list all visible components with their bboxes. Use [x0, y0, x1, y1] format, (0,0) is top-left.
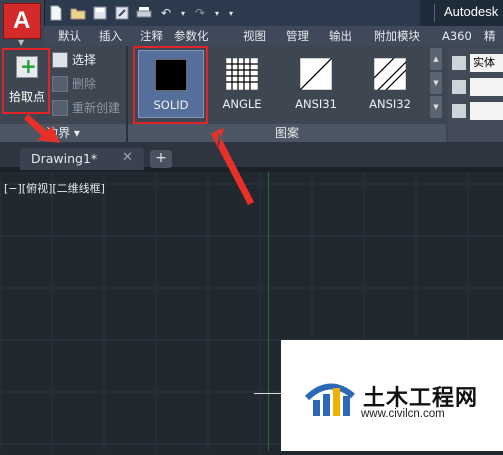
- hatch-color-icon: [452, 80, 466, 94]
- pattern-ansi32[interactable]: ANSI32: [358, 50, 422, 116]
- angle-pattern-icon: [226, 58, 258, 90]
- select-objects-button[interactable]: 选择: [52, 50, 96, 70]
- dropdown-icon[interactable]: ▾: [178, 3, 188, 23]
- recreate-label: 重新创建: [72, 101, 121, 115]
- highlight-box-pick-point: [2, 48, 50, 114]
- boundary-panel-title: 边界 ▾: [46, 126, 80, 140]
- expand-gallery-icon[interactable]: ▼: [430, 96, 442, 118]
- boundary-panel-footer[interactable]: 边界 ▾: [0, 124, 126, 142]
- hatch-color-select[interactable]: [470, 78, 503, 96]
- scroll-up-icon[interactable]: ▲: [430, 48, 442, 70]
- recreate-boundary-button[interactable]: 重新创建: [52, 98, 120, 118]
- properties-panel: 实体: [448, 48, 503, 142]
- remove-label: 删除: [72, 77, 97, 91]
- print-icon[interactable]: [134, 3, 154, 23]
- close-icon[interactable]: ✕: [122, 150, 133, 165]
- new-file-icon[interactable]: [46, 3, 66, 23]
- ribbon-tab-bar: 默认 插入 注释 参数化 视图 管理 输出 附加模块 A360 精: [44, 26, 503, 47]
- pattern-gallery-scroll[interactable]: ▲ ▼ ▼: [430, 48, 444, 122]
- pattern-ansi31[interactable]: ANSI31: [284, 50, 348, 116]
- tab-addins[interactable]: 附加模块: [374, 26, 420, 46]
- hatch-type-icon: [452, 56, 466, 70]
- autocad-logo-icon: A: [3, 3, 41, 39]
- select-icon: [52, 52, 68, 68]
- dropdown-icon[interactable]: ▾: [212, 3, 222, 23]
- pattern-panel-footer: 图案: [128, 124, 446, 142]
- application-menu-button[interactable]: A ▼: [0, 0, 45, 47]
- quick-access-toolbar: ↶ ▾ ↷ ▾ ▾: [46, 2, 238, 24]
- new-tab-button[interactable]: +: [150, 150, 172, 168]
- pattern-angle[interactable]: ANGLE: [210, 50, 274, 116]
- tab-output[interactable]: 输出: [329, 26, 352, 46]
- pattern-panel-title: 图案: [274, 126, 299, 140]
- tab-manage[interactable]: 管理: [286, 26, 309, 46]
- customize-toolbar-icon[interactable]: ▾: [224, 3, 238, 23]
- pattern-label: ANGLE: [222, 97, 262, 111]
- select-label: 选择: [72, 53, 97, 67]
- tab-more[interactable]: 精: [484, 26, 496, 46]
- recreate-icon: [52, 100, 68, 116]
- watermark: 土木工程网 www.civilcn.com: [281, 340, 503, 451]
- background-color-icon: [452, 104, 466, 118]
- ansi32-pattern-icon: [374, 58, 406, 90]
- hatch-type-select[interactable]: 实体: [470, 54, 503, 72]
- pattern-label: ANSI31: [295, 97, 337, 111]
- open-folder-icon[interactable]: [68, 3, 88, 23]
- civilcn-logo-icon: [304, 383, 355, 416]
- highlight-box-solid: [133, 46, 208, 124]
- window-title: Autodesk: [420, 0, 503, 26]
- background-color-select[interactable]: [470, 102, 503, 120]
- title-separator: [434, 4, 435, 22]
- tab-annotate[interactable]: 注释: [140, 26, 163, 46]
- tab-insert[interactable]: 插入: [99, 26, 122, 46]
- scroll-down-icon[interactable]: ▼: [430, 72, 442, 94]
- watermark-url: www.civilcn.com: [361, 408, 445, 420]
- remove-boundary-button[interactable]: 删除: [52, 74, 96, 94]
- cursor-crosshair: [254, 393, 282, 394]
- redo-icon[interactable]: ↷: [190, 3, 210, 23]
- y-axis-line: [268, 172, 269, 451]
- save-icon[interactable]: [90, 3, 110, 23]
- document-tab[interactable]: Drawing1* ✕: [20, 148, 144, 170]
- document-tab-name: Drawing1*: [31, 151, 98, 166]
- viewport-controls[interactable]: [−][俯视][二维线框]: [4, 180, 105, 196]
- undo-icon[interactable]: ↶: [156, 3, 176, 23]
- title-text: Autodesk: [444, 4, 499, 19]
- ansi31-pattern-icon: [300, 58, 332, 90]
- tab-parametric[interactable]: 参数化: [174, 26, 209, 46]
- tab-view[interactable]: 视图: [243, 26, 266, 46]
- tab-a360[interactable]: A360: [442, 26, 472, 46]
- remove-icon: [52, 76, 68, 92]
- tab-default[interactable]: 默认: [58, 26, 81, 46]
- save-as-icon[interactable]: [112, 3, 132, 23]
- pattern-label: ANSI32: [369, 97, 411, 111]
